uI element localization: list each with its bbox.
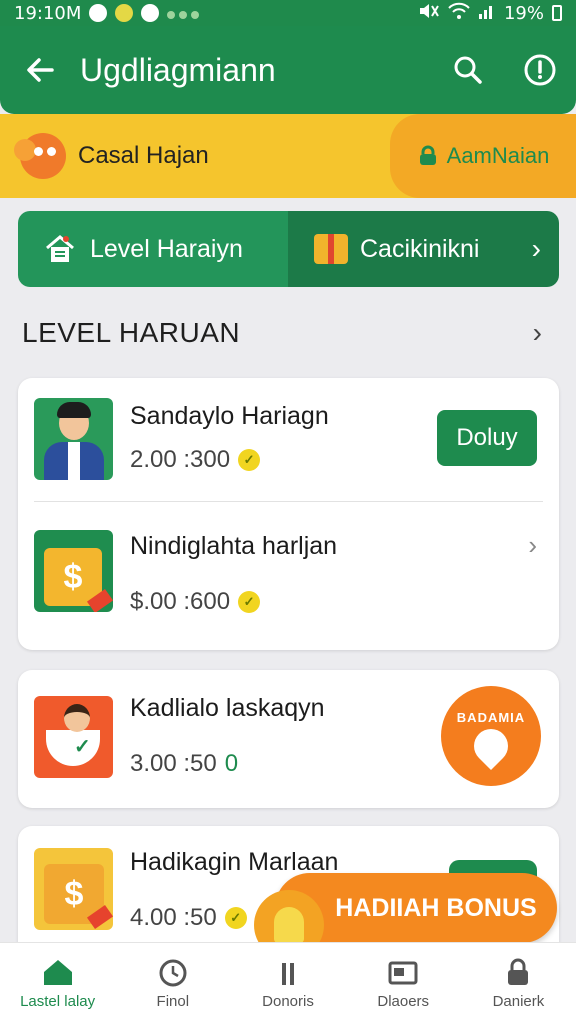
- tab-level-label: Level Haraiyn: [90, 234, 243, 263]
- section-header[interactable]: LEVEL HARUAN ›: [22, 308, 542, 358]
- banner-label: Casal Hajan: [78, 142, 209, 169]
- tab-rewards-label: Cacikinikni: [360, 234, 480, 263]
- task-card[interactable]: ✓ Kadlialo laskaqyn 3.00 :50 0 BADAMIA: [18, 670, 559, 808]
- category-tabs: Level Haraiyn Cacikinikni ›: [18, 211, 559, 287]
- app-bar: Ugdliagmiann: [0, 26, 576, 114]
- battery-level: 19%: [503, 2, 544, 24]
- money-bag-icon: $: [34, 530, 113, 612]
- claim-button[interactable]: Doluy: [437, 410, 537, 466]
- tab-rewards[interactable]: Cacikinikni ›: [288, 211, 559, 287]
- coin-icon: ✓: [224, 907, 247, 929]
- divider: [34, 501, 543, 502]
- clock-icon: [159, 959, 187, 987]
- item-amount: $.00 :600 ✓: [130, 588, 261, 616]
- signal-icon: [478, 2, 496, 25]
- mute-icon: [418, 2, 440, 25]
- wallet-icon: [388, 961, 418, 985]
- item-name: Kadlialo laskaqyn: [130, 694, 325, 722]
- coin-icon: ✓: [238, 449, 261, 471]
- badge-label: BADAMIA: [456, 709, 526, 725]
- house-icon: [46, 235, 74, 262]
- avatar: [34, 398, 113, 480]
- lock-icon: [419, 145, 436, 165]
- nav-label: Finol: [156, 993, 190, 1010]
- battery-icon: [552, 5, 562, 21]
- nav-label: Lastel lalay: [20, 993, 96, 1010]
- status-time: 19:10M: [14, 2, 82, 24]
- nav-label: Donoris: [262, 993, 314, 1010]
- nav-item-account[interactable]: Danierk: [461, 943, 576, 1024]
- nav-item-donors[interactable]: Donoris: [230, 943, 345, 1024]
- item-amount-value: 2.00 :300: [130, 446, 231, 473]
- arrow-left-icon: [27, 58, 54, 82]
- list-item[interactable]: $ Nindiglahta harljan $.00 :600 ✓ ›: [18, 508, 559, 633]
- more-notifications-icon: [167, 3, 203, 24]
- nav-item-final[interactable]: Finol: [115, 943, 230, 1024]
- list-item[interactable]: Sandaylo Hariagn 2.00 :300 ✓ Doluy: [18, 378, 559, 503]
- nav-item-players[interactable]: Dlaoers: [346, 943, 461, 1024]
- location-pin-icon: [466, 721, 516, 770]
- chevron-right-icon: ›: [532, 317, 542, 348]
- money-bag-icon: $: [34, 848, 113, 930]
- list-icon: [282, 963, 294, 985]
- banner-action-label: AamNaian: [446, 143, 550, 168]
- nav-label: Danierk: [492, 993, 545, 1010]
- nav-label: Dlaoers: [377, 993, 430, 1010]
- search-icon: [454, 56, 482, 84]
- gift-icon: [314, 234, 348, 264]
- notification-icon: [89, 4, 108, 22]
- media-icon: [141, 4, 160, 22]
- lock-icon: [508, 958, 529, 985]
- coin-icon: 0: [224, 750, 239, 777]
- page-title: Ugdliagmiann: [80, 51, 276, 88]
- section-title: LEVEL HARUAN: [22, 317, 241, 348]
- bottom-nav: Lastel lalay Finol Donoris Dlaoers Danie…: [0, 942, 576, 1024]
- badge-button[interactable]: BADAMIA: [441, 686, 541, 786]
- task-thumbnail: ✓: [34, 696, 113, 778]
- item-amount-value: 3.00 :50: [130, 750, 217, 777]
- wifi-icon: [448, 2, 470, 25]
- bonus-label: HADIIAH BONUS: [335, 893, 537, 922]
- back-button[interactable]: [0, 26, 80, 114]
- item-amount-value: 4.00 :50: [130, 904, 217, 931]
- item-amount: 2.00 :300 ✓: [130, 446, 261, 474]
- nav-item-home[interactable]: Lastel lalay: [0, 943, 115, 1024]
- search-button[interactable]: [432, 26, 504, 114]
- app-notification-icon: [115, 4, 134, 22]
- mascot-icon: [14, 133, 66, 179]
- item-name: Nindiglahta harljan: [130, 532, 338, 560]
- chevron-right-icon: ›: [531, 233, 541, 264]
- chevron-right-icon[interactable]: ›: [528, 530, 537, 561]
- home-icon: [43, 960, 72, 985]
- coin-icon: ✓: [238, 591, 261, 613]
- tab-level[interactable]: Level Haraiyn: [18, 211, 288, 287]
- banner-action[interactable]: AamNaian: [390, 114, 576, 198]
- promo-banner[interactable]: Casal Hajan AamNaian: [0, 114, 576, 198]
- status-bar: 19:10M 19%: [0, 0, 576, 26]
- task-card: Sandaylo Hariagn 2.00 :300 ✓ Doluy $ Nin…: [18, 378, 559, 650]
- item-amount: 3.00 :50 0: [130, 750, 238, 778]
- item-amount: 4.00 :50 ✓: [130, 904, 247, 932]
- item-name: Sandaylo Hariagn: [130, 402, 329, 430]
- item-amount-value: $.00 :600: [130, 588, 231, 615]
- info-button[interactable]: [504, 26, 576, 114]
- alert-icon: [524, 54, 556, 86]
